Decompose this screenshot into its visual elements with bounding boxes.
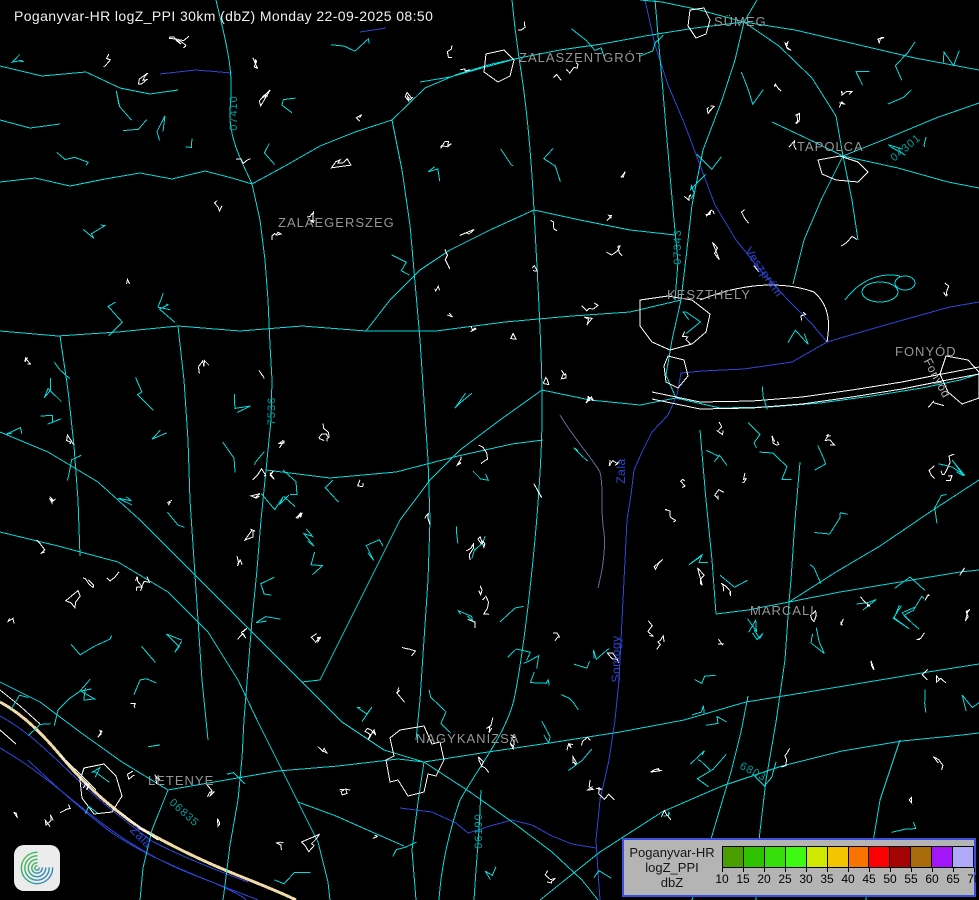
minor-stream [560,415,605,588]
settlement-layer [0,8,979,840]
county-label-somogy: Somogy [609,635,623,682]
legend-color-cell [931,846,953,868]
sumeg-outline [688,8,710,38]
legend-tick-label: 45 [858,872,880,886]
legend-color-cell [743,846,765,868]
color-scale-legend: Poganyvar-HR logZ_PPI dbZ 10152025303540… [622,838,976,897]
legend-tick-label: 30 [795,872,817,886]
legend-color-cell [722,846,744,868]
city-label-zalaegerszeg: ZALAEGERSZEG [278,215,395,230]
road-layer [0,0,979,900]
city-label-sumeg: SÜMEG [714,14,767,29]
legend-tick-label: 60 [921,872,943,886]
legend-tick-label: 65 [942,872,964,886]
river-layer [0,0,979,900]
legend-tick-label: 15 [732,872,754,886]
legend-color-cell [785,846,807,868]
legend-color-cell [848,846,870,868]
road-label-07410: 07410 [228,95,240,131]
principalis-canal [400,808,596,848]
road-68 [756,462,800,900]
legend-radar-name: Poganyvar-HR [629,845,714,860]
legend-color-cell [868,846,890,868]
city-label-keszthely: KESZTHELY [667,287,751,302]
legend-color-cell [952,846,974,868]
road-label-07343: 07343 [672,229,684,265]
legend-color-cell [827,846,849,868]
radar-display: Poganyvar-HR logZ_PPI 30km (dbZ) Monday … [0,0,979,900]
legend-tick-label: 40 [837,872,859,886]
legend-color-cell [764,846,786,868]
legend-text: Poganyvar-HR logZ_PPI dbZ [624,840,720,895]
legend-tick-label: 10 [711,872,733,886]
road-label-06190: 06190 [473,813,485,849]
product-title: Poganyvar-HR logZ_PPI 30km (dbZ) Monday … [14,8,433,24]
legend-tick-label: 70 [963,872,979,886]
city-label-zalaszentgrot: ZALASZENTGRÓT [519,50,645,65]
heviz-loop [862,282,898,302]
river-label-zala: Zala [614,458,628,483]
legend-scale: 10152025303540455055606570 [720,840,974,895]
road-label-7536: 7536 [266,397,278,425]
road-7536 [223,184,272,900]
legend-color-cell [910,846,932,868]
zala-river-mouth [677,342,827,395]
legend-product: logZ_PPI [645,860,698,875]
city-label-letenye: LETENYE [148,773,214,788]
road-74 [439,58,542,900]
radar-spiral-icon [14,845,60,891]
legend-ticks: 10152025303540455055606570 [722,868,974,886]
legend-color-cells [722,846,974,868]
map-canvas [0,0,979,900]
city-label-marcali: MARCALI [750,603,815,618]
legend-color-cell [806,846,828,868]
legend-color-cell [889,846,911,868]
legend-unit: dbZ [661,875,683,890]
legend-tick-label: 25 [774,872,796,886]
city-label-fonyod: FONYÓD [895,344,957,359]
legend-tick-label: 20 [753,872,775,886]
city-label-nagykanizsa: NAGYKANIZSA [416,731,519,746]
stream-topleft [160,70,232,74]
lake-north-boundary [827,302,979,342]
legend-tick-label: 55 [900,872,922,886]
city-label-tapolca: TAPOLCA [797,139,864,154]
legend-tick-label: 35 [816,872,838,886]
letenye-outline [80,764,122,814]
stream-topcenter [360,28,386,32]
legend-tick-label: 50 [879,872,901,886]
